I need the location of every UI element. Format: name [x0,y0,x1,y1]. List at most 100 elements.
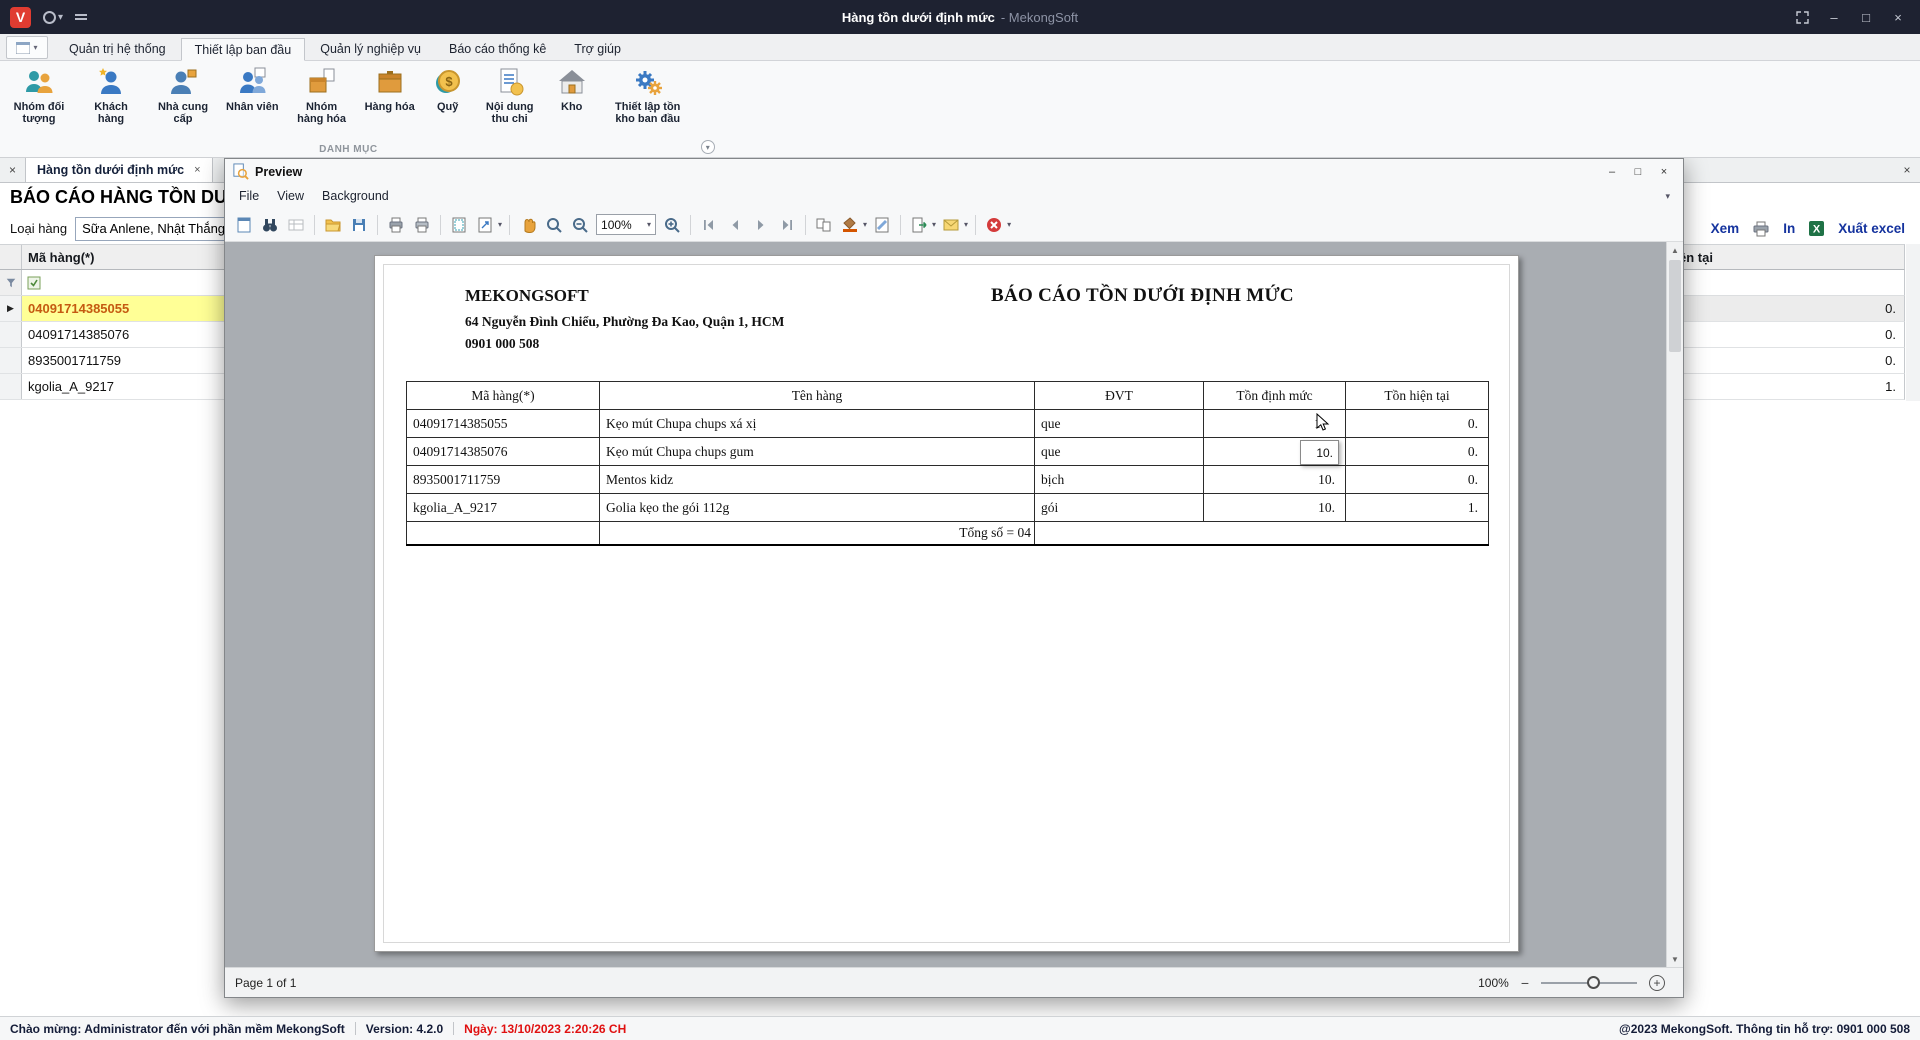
menu-background[interactable]: Background [313,186,398,206]
zoom-in-button[interactable]: + [1649,975,1665,991]
zoom-slider-handle[interactable] [1587,976,1600,989]
save-icon[interactable] [347,212,371,238]
ribbon-item-hang-hoa[interactable]: Hàng hóa [359,65,421,114]
page-setup-icon[interactable] [232,212,256,238]
export-excel-button[interactable]: Xuất excel [1838,221,1905,236]
preview-close-button[interactable]: × [1652,162,1676,181]
caret-down-icon[interactable]: ▾ [863,220,867,229]
page-color-icon[interactable] [838,212,862,238]
app-logo-icon[interactable]: V [10,7,31,28]
tab-thiet-lap-ban-dau[interactable]: Thiết lập ban đầu [181,38,306,61]
nav-prev-page-icon[interactable] [723,212,747,238]
grid-code-cell[interactable]: 8935001711759 [22,353,127,368]
page-scale-icon[interactable] [473,212,497,238]
ribbon-item-khach-hang[interactable]: Khách hàng [76,65,146,126]
preview-maximize-button[interactable]: □ [1626,162,1650,181]
document-map-icon[interactable] [284,212,308,238]
export-document-icon[interactable] [907,212,931,238]
zoom-slider[interactable] [1541,976,1637,990]
scroll-down-icon[interactable]: ▼ [1667,951,1683,967]
quick-access-icon[interactable]: ▾ [43,11,63,24]
employee-icon [236,66,268,98]
zoom-out-button[interactable]: − [1521,976,1529,990]
ribbon-item-nha-cung-cap[interactable]: Nhà cung cấp [148,65,218,126]
open-icon[interactable] [321,212,345,238]
caret-down-icon[interactable]: ▾ [498,220,502,229]
print-icon[interactable] [384,212,408,238]
funnel-icon [5,277,17,289]
ribbon-item-thiet-lap-ton-kho[interactable]: Thiết lập tồn kho ban đầu [599,65,697,126]
watermark-icon[interactable] [870,212,894,238]
printer-icon[interactable] [1752,221,1770,237]
preview-titlebar[interactable]: Preview – □ × [225,159,1683,184]
doc-tab-close-icon[interactable]: × [194,164,200,176]
tabstrip-close-right-button[interactable]: × [1894,158,1920,182]
preview-minimize-button[interactable]: – [1600,162,1624,181]
caret-down-icon[interactable]: ▾ [932,220,936,229]
menu-file[interactable]: File [230,186,268,206]
hand-tool-icon[interactable] [516,212,540,238]
multiple-pages-icon[interactable] [812,212,836,238]
menu-overflow-icon[interactable]: ▾ [1665,191,1678,202]
app-menu-button[interactable]: ▾ [6,36,48,59]
warehouse-icon [556,66,588,98]
tab-quan-ly-nghiep-vu[interactable]: Quản lý nghiệp vụ [307,37,434,60]
tab-quan-tri-he-thong[interactable]: Quản trị hệ thống [56,37,179,60]
circle-icon [43,11,56,24]
ribbon-item-nhom-doi-tuong[interactable]: Nhóm đối tượng [4,65,74,126]
grid-code-cell[interactable]: 04091714385055 [22,301,135,316]
fullscreen-button[interactable] [1788,5,1816,29]
view-button[interactable]: Xem [1711,221,1740,236]
doc-tab-hang-ton-duoi-dinh-muc[interactable]: Hàng tồn dưới định mức × [26,158,213,182]
ribbon-item-kho[interactable]: Kho [547,65,597,114]
zoom-out-icon[interactable] [568,212,592,238]
excel-icon[interactable]: X [1808,220,1825,237]
zoom-percent-label: 100% [1478,976,1509,990]
tab-tro-giup[interactable]: Trợ giúp [561,37,634,60]
scrollbar-thumb[interactable] [1669,260,1681,352]
close-button[interactable]: × [1884,5,1912,29]
tabstrip-close-button[interactable]: × [0,158,26,182]
cell-value-tooltip: 10. [1300,440,1339,465]
zoom-in-icon[interactable] [660,212,684,238]
customize-toolbar-icon[interactable] [75,14,87,20]
page-margins-icon[interactable] [447,212,471,238]
group-dialog-launcher-icon[interactable]: ▾ [701,140,715,154]
quick-print-icon[interactable] [410,212,434,238]
ribbon-item-quy[interactable]: $ Quỹ [423,65,473,114]
nav-next-page-icon[interactable] [749,212,773,238]
mouse-cursor [1316,413,1330,437]
ribbon: Nhóm đối tượng Khách hàng Nhà cung cấp N… [0,61,1920,158]
grid-code-cell[interactable]: 04091714385076 [22,327,135,342]
autofilter-icon[interactable] [27,276,41,290]
magnifier-icon[interactable] [542,212,566,238]
preview-canvas[interactable]: MEKONGSOFT 64 Nguyễn Đình Chiểu, Phường … [225,242,1683,967]
nav-first-page-icon[interactable] [697,212,721,238]
ribbon-item-nhan-vien[interactable]: Nhân viên [220,65,285,114]
exit-preview-icon[interactable] [982,212,1006,238]
search-icon[interactable] [258,212,282,238]
filter-row-indicator [0,270,22,295]
caret-down-icon[interactable]: ▾ [964,220,968,229]
preview-vscrollbar[interactable]: ▲ ▼ [1666,242,1683,967]
nav-last-page-icon[interactable] [775,212,799,238]
grid-code-column-header[interactable]: Mã hàng(*) [22,250,100,265]
tab-bao-cao-thong-ke[interactable]: Báo cáo thống kê [436,37,559,60]
ribbon-item-noi-dung-thu-chi[interactable]: Nội dung thu chi [475,65,545,126]
print-button[interactable]: In [1783,221,1795,236]
col-dvt: ĐVT [1035,382,1204,410]
email-icon[interactable] [939,212,963,238]
stock-value: 0. [1885,353,1896,368]
customer-icon [95,66,127,98]
ribbon-item-nhom-hang-hoa[interactable]: Nhóm hàng hóa [287,65,357,126]
caret-down-icon[interactable]: ▾ [1007,220,1011,229]
scroll-up-icon[interactable]: ▲ [1667,242,1683,258]
grid-code-cell[interactable]: kgolia_A_9217 [22,379,120,394]
minimize-button[interactable]: – [1820,5,1848,29]
zoom-combo-value: 100% [601,218,632,232]
maximize-button[interactable]: □ [1852,5,1880,29]
menu-view[interactable]: View [268,186,313,206]
zoom-combo[interactable]: 100% ▾ [596,214,656,235]
caret-down-icon: ▾ [33,43,37,52]
window-title: Hàng tồn dưới định mức- MekongSoft [0,10,1920,25]
